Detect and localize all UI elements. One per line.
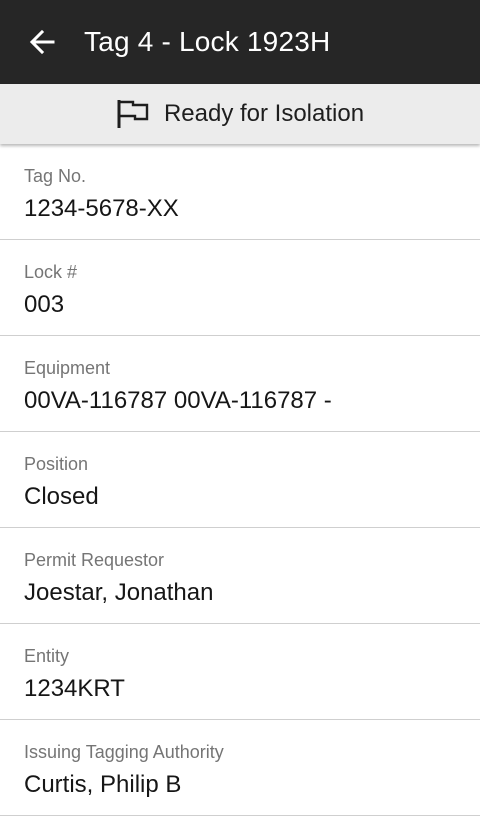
flag-outline-icon	[117, 100, 149, 128]
field-value: 1234-5678-XX	[24, 195, 179, 222]
field-label: Tag No.	[24, 166, 87, 186]
field-entity: Entity 1234KRT	[0, 624, 480, 720]
detail-list: Tag No. 1234-5678-XX Lock # 003 Equipmen…	[0, 144, 480, 816]
field-label: Equipment	[24, 358, 111, 378]
field-label: Issuing Tagging Authority	[24, 742, 224, 762]
field-value: 003	[24, 291, 65, 318]
field-value: Joestar, Jonathan	[24, 579, 214, 606]
field-value: 1234KRT	[24, 675, 125, 702]
field-issuing-tagging-authority: Issuing Tagging Authority Curtis, Philip…	[0, 720, 480, 816]
field-label: Lock #	[24, 262, 78, 282]
field-lock-number: Lock # 003	[0, 240, 480, 336]
status-text: Ready for Isolation	[163, 100, 365, 127]
field-label: Entity	[24, 646, 70, 666]
field-permit-requestor: Permit Requestor Joestar, Jonathan	[0, 528, 480, 624]
field-value: Closed	[24, 483, 99, 510]
status-bar: Ready for Isolation	[0, 84, 480, 144]
back-button[interactable]	[0, 0, 84, 84]
field-label: Permit Requestor	[24, 550, 165, 570]
field-tag-no: Tag No. 1234-5678-XX	[0, 144, 480, 240]
field-label: Position	[24, 454, 89, 474]
page-title: Tag 4 - Lock 1923H	[84, 26, 331, 57]
arrow-left-icon	[29, 29, 55, 55]
field-position: Position Closed	[0, 432, 480, 528]
app-bar: Tag 4 - Lock 1923H	[0, 0, 480, 84]
field-value: 00VA-116787 00VA-116787 -	[24, 387, 332, 414]
field-value: Curtis, Philip B	[24, 771, 182, 798]
field-equipment: Equipment 00VA-116787 00VA-116787 -	[0, 336, 480, 432]
